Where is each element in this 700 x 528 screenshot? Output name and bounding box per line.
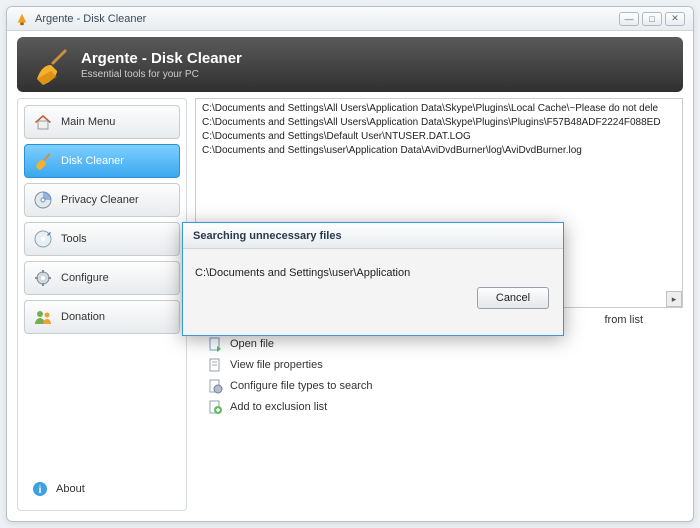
- maximize-button[interactable]: □: [642, 12, 662, 26]
- action-label: Configure file types to search: [230, 380, 372, 392]
- file-row[interactable]: C:\Documents and Settings\All Users\Appl…: [202, 102, 676, 116]
- document-info-icon: [207, 357, 223, 373]
- header-subtitle: Essential tools for your PC: [81, 69, 242, 80]
- broom-small-icon: [33, 151, 53, 171]
- sidebar-item-main-menu[interactable]: Main Menu: [24, 105, 180, 139]
- broom-icon: [31, 45, 71, 85]
- action-add-exclusion[interactable]: Add to exclusion list: [207, 399, 671, 415]
- document-plus-icon: [207, 399, 223, 415]
- sidebar-item-label: Disk Cleaner: [61, 155, 124, 167]
- action-configure-types[interactable]: Configure file types to search: [207, 378, 671, 394]
- file-row[interactable]: C:\Documents and Settings\Default User\N…: [202, 130, 676, 144]
- sidebar-item-about[interactable]: i About: [24, 474, 180, 504]
- sidebar-item-donation[interactable]: Donation: [24, 300, 180, 334]
- sidebar: Main Menu Disk Cleaner Privacy Cleaner T…: [17, 98, 187, 511]
- sidebar-item-tools[interactable]: Tools: [24, 222, 180, 256]
- action-label: Open file: [230, 338, 274, 350]
- scroll-right-icon[interactable]: ▸: [666, 291, 682, 307]
- searching-dialog: Searching unnecessary files C:\Documents…: [182, 222, 564, 336]
- file-row[interactable]: C:\Documents and Settings\user\Applicati…: [202, 144, 676, 158]
- sidebar-item-configure[interactable]: Configure: [24, 261, 180, 295]
- document-gear-icon: [207, 378, 223, 394]
- svg-text:i: i: [39, 485, 42, 496]
- header-band: Argente - Disk Cleaner Essential tools f…: [17, 37, 683, 92]
- action-open-file[interactable]: Open file: [207, 336, 671, 352]
- file-row[interactable]: C:\Documents and Settings\All Users\Appl…: [202, 116, 676, 130]
- dialog-title: Searching unnecessary files: [183, 223, 563, 249]
- titlebar: Argente - Disk Cleaner — □ ✕: [7, 7, 693, 31]
- gear-icon: [33, 268, 53, 288]
- action-list: Open file View file properties Configure…: [195, 332, 683, 419]
- document-open-icon: [207, 336, 223, 352]
- sidebar-item-label: Configure: [61, 272, 109, 284]
- action-label: View file properties: [230, 359, 323, 371]
- window-title: Argente - Disk Cleaner: [35, 13, 619, 25]
- sidebar-item-label: Main Menu: [61, 116, 115, 128]
- sidebar-item-disk-cleaner[interactable]: Disk Cleaner: [24, 144, 180, 178]
- action-label: Add to exclusion list: [230, 401, 327, 413]
- cancel-button[interactable]: Cancel: [477, 287, 549, 309]
- sidebar-item-label: About: [56, 483, 85, 495]
- minimize-button[interactable]: —: [619, 12, 639, 26]
- action-view-properties[interactable]: View file properties: [207, 357, 671, 373]
- sidebar-item-label: Privacy Cleaner: [61, 194, 139, 206]
- sidebar-item-label: Donation: [61, 311, 105, 323]
- home-icon: [33, 112, 53, 132]
- window-controls: — □ ✕: [619, 12, 685, 26]
- info-icon: i: [32, 481, 48, 497]
- dialog-path: C:\Documents and Settings\user\Applicati…: [183, 249, 563, 287]
- app-icon: [15, 12, 29, 26]
- sidebar-item-privacy-cleaner[interactable]: Privacy Cleaner: [24, 183, 180, 217]
- close-button[interactable]: ✕: [665, 12, 685, 26]
- disc-icon: [33, 190, 53, 210]
- sidebar-item-label: Tools: [61, 233, 87, 245]
- header-title: Argente - Disk Cleaner: [81, 50, 242, 67]
- people-icon: [33, 307, 53, 327]
- tools-icon: [33, 229, 53, 249]
